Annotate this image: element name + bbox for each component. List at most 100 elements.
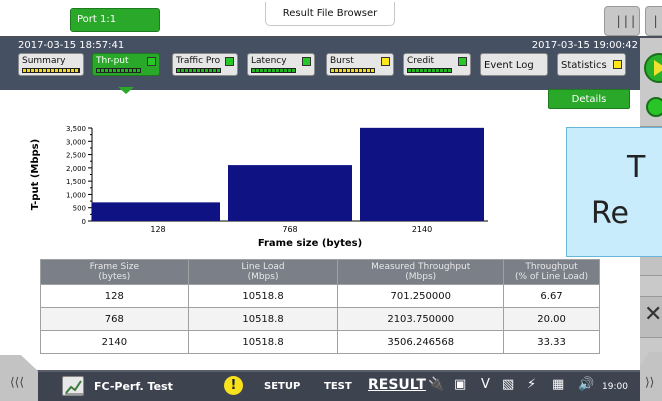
x-tick-label: 2140	[412, 225, 432, 234]
col-throughput-l1: Throughput	[525, 262, 578, 272]
port-label: Port 1:1	[77, 14, 117, 25]
tab-latency[interactable]: Latency	[247, 53, 315, 76]
tab-latency-status-bar	[251, 68, 296, 73]
col-throughput-pct: Throughput (% of Line Load)	[503, 259, 600, 285]
col-measured-throughput: Measured Throughput (Mbps)	[337, 259, 654, 285]
app-name: FC-Perf. Test	[94, 380, 173, 393]
y-tick-label: 500	[73, 205, 86, 213]
columns-icon: |||	[615, 14, 637, 28]
table-cell: 10518.8	[187, 284, 339, 308]
close-icon: ✕	[644, 302, 662, 327]
bar	[360, 127, 484, 221]
tab-thr-put-label: Thr-put	[96, 56, 129, 66]
table-cell: 2103.750000	[337, 307, 505, 331]
tab-credit-status-icon	[458, 57, 467, 66]
tab-thr-put[interactable]: Thr-put	[92, 53, 160, 76]
y-tick-label: 3,000	[66, 138, 86, 146]
x-tick-label: 128	[150, 225, 165, 234]
tab-traffic-pro[interactable]: Traffic Pro	[172, 53, 238, 76]
y-tick-label: 2,500	[66, 152, 86, 160]
x-axis-label: Frame size (bytes)	[258, 238, 362, 249]
overlay-box	[566, 127, 662, 257]
tab-burst-label: Burst	[330, 56, 354, 66]
col-measured-l1: Measured Throughput	[371, 262, 471, 272]
result-file-browser-label: Result File Browser	[282, 8, 378, 19]
network-icon[interactable]: ▦	[552, 377, 564, 392]
tab-latency-status-icon	[302, 57, 311, 66]
v-signal-icon[interactable]: V	[481, 377, 490, 392]
clock: 19:00	[602, 382, 628, 392]
bar	[228, 165, 352, 221]
col-frame-size-l1: Frame Size	[89, 262, 140, 272]
test-nav[interactable]: TEST	[324, 381, 352, 392]
col-throughput-l2: (% of Line Load)	[514, 272, 589, 282]
table-row: 2140 10518.8 3506.246568 33.33	[40, 330, 600, 354]
tab-thr-put-status-icon	[147, 57, 156, 66]
overlay-text-2: Re	[591, 196, 629, 231]
tab-latency-label: Latency	[251, 56, 287, 66]
result-nav[interactable]: RESULT	[368, 377, 426, 393]
details-label: Details	[571, 94, 607, 105]
table-cell: 20.00	[503, 307, 600, 331]
port-button[interactable]: Port 1:1	[70, 8, 160, 32]
tab-burst[interactable]: Burst	[326, 53, 394, 76]
col-line-load: Line Load (Mbps)	[187, 259, 339, 285]
table-cell: 6.67	[503, 284, 600, 308]
details-button[interactable]: Details	[548, 89, 630, 109]
bar	[92, 202, 220, 221]
record-icon[interactable]: ▣	[454, 377, 466, 392]
tab-statistics-label: Statistics	[561, 60, 607, 71]
tab-statistics[interactable]: Statistics	[557, 53, 626, 76]
table-cell: 128	[40, 284, 189, 308]
tab-thr-put-status-bar	[96, 68, 141, 73]
result-file-browser-tab[interactable]: Result File Browser	[265, 2, 395, 26]
table-cell: 2140	[40, 330, 189, 354]
chart-app-icon[interactable]	[62, 376, 84, 396]
chevrons-left-icon: ⟨⟨⟨	[10, 375, 25, 389]
tab-credit[interactable]: Credit	[403, 53, 471, 76]
laser-icon[interactable]: ⚡	[527, 377, 536, 392]
tab-traffic-pro-status-bar	[176, 68, 221, 73]
tab-traffic-pro-status-icon	[225, 57, 234, 66]
tab-event-log[interactable]: Event Log	[480, 53, 548, 76]
columns-icon-right: ||	[652, 14, 662, 28]
screenshot-icon[interactable]: ▧	[502, 377, 514, 392]
table-cell: 10518.8	[187, 330, 339, 354]
y-tick-label: 1,500	[66, 178, 86, 186]
col-line-load-l1: Line Load	[241, 262, 285, 272]
tab-credit-label: Credit	[407, 56, 435, 66]
active-tab-pointer	[118, 87, 134, 94]
y-tick-label: 3,500	[66, 125, 86, 133]
setup-nav[interactable]: SETUP	[264, 381, 300, 392]
start-timestamp: 2017-03-15 18:57:41	[18, 40, 125, 51]
tab-burst-status-icon	[381, 57, 390, 66]
y-tick-label: 2,000	[66, 165, 86, 173]
col-frame-size-l2: (bytes)	[98, 272, 131, 282]
table-cell: 10518.8	[187, 307, 339, 331]
col-measured-l2: (Mbps)	[405, 272, 437, 282]
y-axis-label: T-put (Mbps)	[30, 139, 41, 210]
table-cell: 701.250000	[337, 284, 505, 308]
line-chart-icon	[65, 380, 83, 395]
results-header: 2017-03-15 18:57:41 2017-03-15 19:00:42 …	[0, 38, 640, 90]
tab-summary-status-bar	[22, 68, 80, 73]
table-row: 768 10518.8 2103.750000 20.00	[40, 307, 600, 331]
end-timestamp: 2017-03-15 19:00:42	[531, 40, 638, 51]
power-plug-icon[interactable]: 🔌	[428, 377, 444, 392]
col-line-load-l2: (Mbps)	[247, 272, 279, 282]
warning-icon[interactable]: !	[224, 376, 243, 395]
x-tick-label: 768	[282, 225, 297, 234]
table-cell: 768	[40, 307, 189, 331]
play-icon	[654, 60, 662, 76]
table-row: 128 10518.8 701.250000 6.67	[40, 284, 600, 308]
chevrons-right-icon: ⟩⟩	[645, 375, 655, 389]
tab-credit-status-bar	[407, 68, 452, 73]
throughput-chart: 0 500 1,000 1,500 2,000 2,500 3,000 3,500 128 768…	[30, 125, 488, 249]
status-indicator	[646, 97, 662, 117]
volume-icon[interactable]: 🔊	[578, 377, 594, 392]
tab-traffic-pro-label: Traffic Pro	[176, 56, 221, 66]
col-frame-size: Frame Size (bytes)	[40, 259, 189, 285]
tab-summary[interactable]: Summary	[18, 53, 84, 76]
table-header-row: Frame Size (bytes) Line Load (Mbps) Measur…	[40, 259, 654, 285]
tab-statistics-status-icon	[613, 60, 622, 69]
